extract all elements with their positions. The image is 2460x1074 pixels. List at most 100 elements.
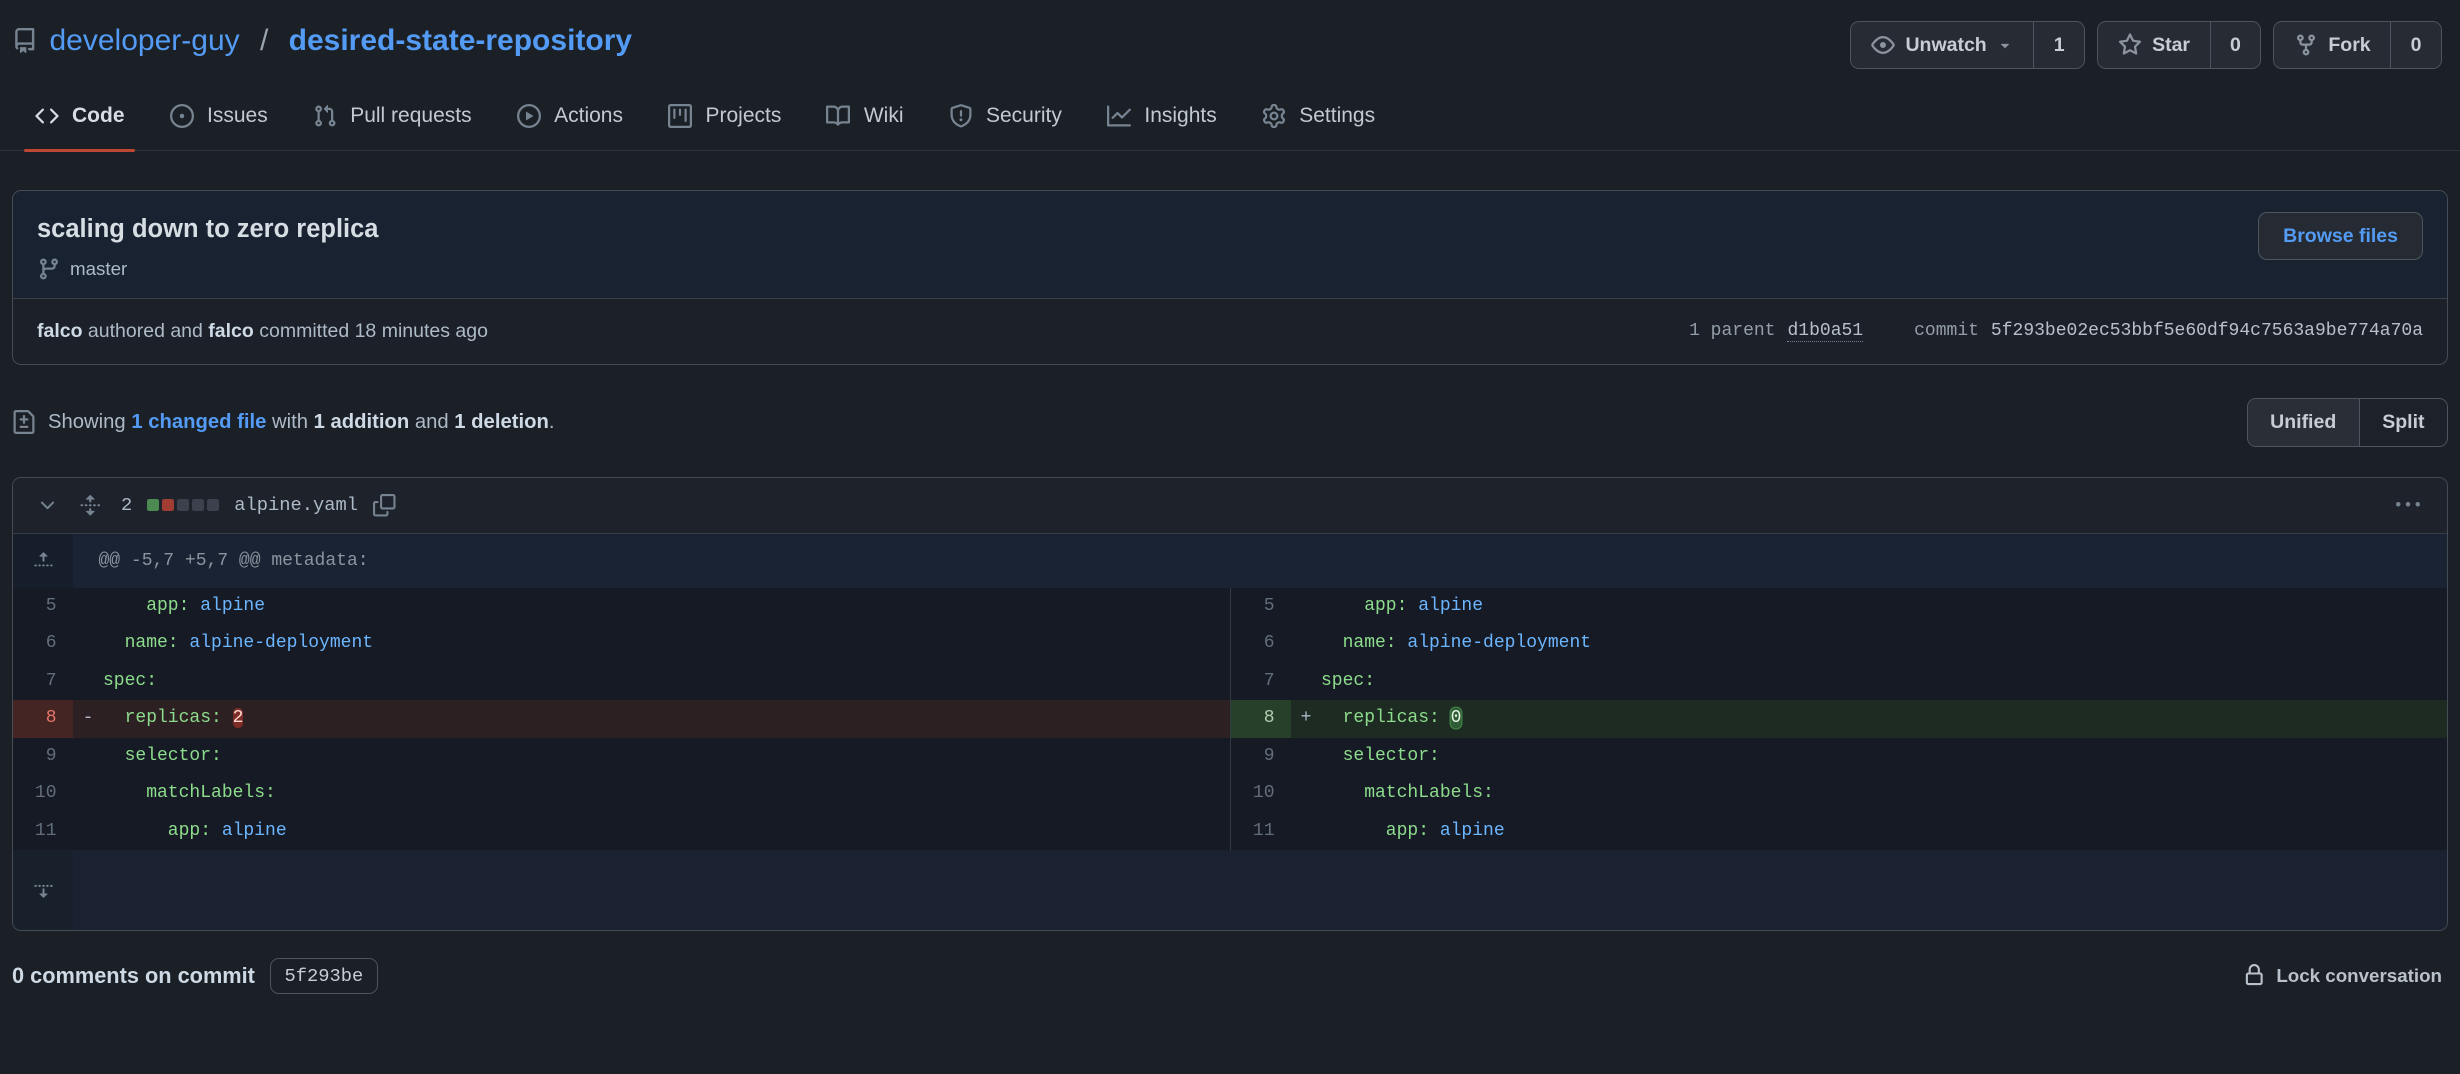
expand-up-button[interactable] [13,534,73,588]
tab-actions[interactable]: Actions [494,84,645,150]
tab-wiki[interactable]: Wiki [804,84,926,150]
code-text: app: alpine [1321,813,2447,851]
star-button[interactable]: Star [2098,22,2209,68]
tab-label: Settings [1299,104,1375,128]
diff-right-line-9: 9 selector: [1231,738,2447,776]
fork-button-group: Fork0 [2273,21,2442,69]
short-sha-chip: 5f293be [270,958,378,994]
star-icon [2118,33,2142,57]
comments-label: 0 comments on commit [12,963,255,989]
diff-marker [1291,625,1321,663]
diff-marker: + [1291,700,1321,738]
issue-icon [170,104,194,128]
view-option-unified[interactable]: Unified [2248,399,2359,447]
diff-left-line-5: 5 app: alpine [13,588,1230,626]
repo-name-link[interactable]: desired-state-repository [289,18,632,63]
github-commit-page: developer-guy / desired-state-repository… [0,0,2460,1074]
tab-issues[interactable]: Issues [147,84,290,150]
tab-code[interactable]: Code [12,84,147,150]
pr-icon [313,104,337,128]
summary-and: and [409,411,454,433]
diff-summary-row: Showing 1 changed file with 1 addition a… [12,398,2448,448]
line-number[interactable]: 10 [1231,775,1291,813]
file-options-kebab-icon[interactable] [2396,493,2420,517]
author-name[interactable]: falco [37,320,83,342]
tab-settings[interactable]: Settings [1239,84,1397,150]
tab-label: Wiki [864,104,904,128]
line-number[interactable]: 8 [1231,700,1291,738]
fold-up-icon [33,550,54,571]
line-number[interactable]: 7 [1231,663,1291,701]
diff-filename[interactable]: alpine.yaml [234,494,358,516]
commit-box: scaling down to zero replica master Brow… [12,190,2448,365]
diffstat-square-add [147,499,159,511]
code-text: matchLabels: [1321,775,2447,813]
git-branch-icon [37,257,61,281]
diff-right-line-5: 5 app: alpine [1231,588,2447,626]
diff-file-box: 2 alpine.yaml @@ -5,7 +5,7 @@ metadata: … [12,477,2448,931]
changed-lines-count: 2 [121,494,132,516]
line-number[interactable]: 11 [1231,813,1291,851]
commit-sha: 5f293be02ec53bbf5e60df94c7563a9be774a70a [1991,321,2423,341]
repo-nav: CodeIssuesPull requestsActionsProjects Wi… [0,84,2460,151]
line-number[interactable]: 8 [13,700,73,738]
unwatch-count[interactable]: 1 [2033,22,2084,68]
tab-label: Security [986,104,1062,128]
diff-side-right: 5 app: alpine6 name: alpine-deployment7s… [1230,588,2447,851]
tab-security[interactable]: Security [926,84,1084,150]
code-text: app: alpine [1321,588,2447,626]
star-label: Star [2152,34,2190,57]
star-count[interactable]: 0 [2210,22,2261,68]
line-number[interactable]: 5 [1231,588,1291,626]
commit-meta: falco authored and falco committed 18 mi… [13,298,2447,364]
diffstat-square-neutral [177,499,189,511]
browse-files-button[interactable]: Browse files [2258,212,2423,260]
tab-insights[interactable]: Insights [1084,84,1239,150]
line-number[interactable]: 9 [13,738,73,776]
expand-down-button[interactable] [13,850,73,930]
tab-pull-requests[interactable]: Pull requests [290,84,494,150]
line-number[interactable]: 9 [1231,738,1291,776]
parent-sha-link[interactable]: d1b0a51 [1787,321,1863,342]
commit-branch[interactable]: master [37,257,379,281]
diff-marker [1291,588,1321,626]
code-text: spec: [1321,663,2447,701]
code-text: app: alpine [103,588,1230,626]
lock-label: Lock conversation [2276,965,2442,987]
branch-name: master [70,258,127,280]
collapse-chevron-down-icon[interactable] [37,495,58,516]
diff-marker: - [73,700,103,738]
fold-down-icon [33,879,54,900]
line-number[interactable]: 5 [13,588,73,626]
tab-projects[interactable]: Projects [645,84,803,150]
line-number[interactable]: 10 [13,775,73,813]
repo-separator: / [252,18,277,63]
changed-files-link[interactable]: 1 changed file [131,411,266,433]
commit-shas: 1 parent d1b0a51 commit 5f293be02ec53bbf… [1689,321,2423,342]
lock-conversation-button[interactable]: Lock conversation [2243,964,2442,987]
diff-view-toggle: UnifiedSplit [2247,398,2448,448]
tab-label: Insights [1144,104,1216,128]
diff-right-line-8: 8+ replicas: 0 [1231,700,2447,738]
line-number[interactable]: 6 [1231,625,1291,663]
summary-sentence: Showing 1 changed file with 1 addition a… [48,411,554,434]
expand-all-unfold-icon[interactable] [79,494,102,517]
summary-prefix: Showing [48,411,131,433]
commit-header: scaling down to zero replica master Brow… [13,191,2447,298]
copy-path-icon[interactable] [373,494,396,517]
line-number[interactable]: 7 [13,663,73,701]
fork-count[interactable]: 0 [2390,22,2441,68]
diffstat [147,499,219,511]
line-number[interactable]: 11 [13,813,73,851]
summary-middle: with [266,411,313,433]
repo-header: developer-guy / desired-state-repository… [0,0,2460,69]
diff-marker [73,625,103,663]
lock-icon [2243,964,2266,987]
code-text: selector: [103,738,1230,776]
line-number[interactable]: 6 [13,625,73,663]
repo-owner-link[interactable]: developer-guy [50,18,240,63]
fork-button[interactable]: Fork [2274,22,2390,68]
view-option-split[interactable]: Split [2359,399,2447,447]
committer-name[interactable]: falco [208,320,254,342]
unwatch-button[interactable]: Unwatch [1851,22,2033,68]
